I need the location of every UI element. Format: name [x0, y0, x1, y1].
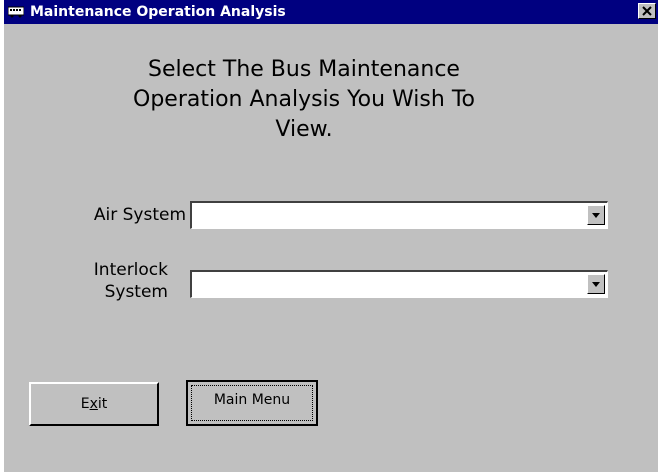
- exit-label-accelerator: x: [89, 396, 98, 412]
- interlock-system-dropdown[interactable]: [190, 270, 608, 298]
- close-icon: [642, 6, 652, 16]
- heading-line-2: Operation Analysis You Wish To: [133, 87, 475, 112]
- instruction-heading: Select The Bus Maintenance Operation Ana…: [44, 55, 564, 145]
- interlock-label-line-2: System: [104, 282, 168, 302]
- maintenance-analysis-window: Maintenance Operation Analysis Select Th…: [4, 0, 658, 472]
- interlock-system-label: Interlock System: [18, 259, 168, 303]
- interlock-system-dropdown-button[interactable]: [587, 274, 605, 294]
- main-menu-button[interactable]: Main Menu: [186, 380, 318, 426]
- exit-label-suffix: it: [97, 396, 108, 412]
- heading-line-3: View.: [275, 117, 333, 142]
- title-bar[interactable]: Maintenance Operation Analysis: [4, 0, 658, 24]
- window-title: Maintenance Operation Analysis: [30, 4, 286, 20]
- dropdown-arrow-icon: [592, 213, 600, 218]
- air-system-dropdown-button[interactable]: [587, 205, 605, 225]
- air-system-dropdown[interactable]: [190, 201, 608, 229]
- exit-button-label: Exit: [31, 396, 157, 412]
- dropdown-arrow-icon: [592, 282, 600, 287]
- main-menu-button-label: Main Menu: [213, 392, 291, 408]
- bus-icon: [8, 6, 24, 18]
- interlock-label-line-1: Interlock: [93, 260, 168, 280]
- exit-label-prefix: E: [80, 396, 90, 412]
- exit-button[interactable]: Exit: [29, 382, 159, 426]
- close-button[interactable]: [638, 3, 656, 19]
- air-system-label: Air System: [93, 205, 186, 225]
- heading-line-1: Select The Bus Maintenance: [148, 57, 460, 82]
